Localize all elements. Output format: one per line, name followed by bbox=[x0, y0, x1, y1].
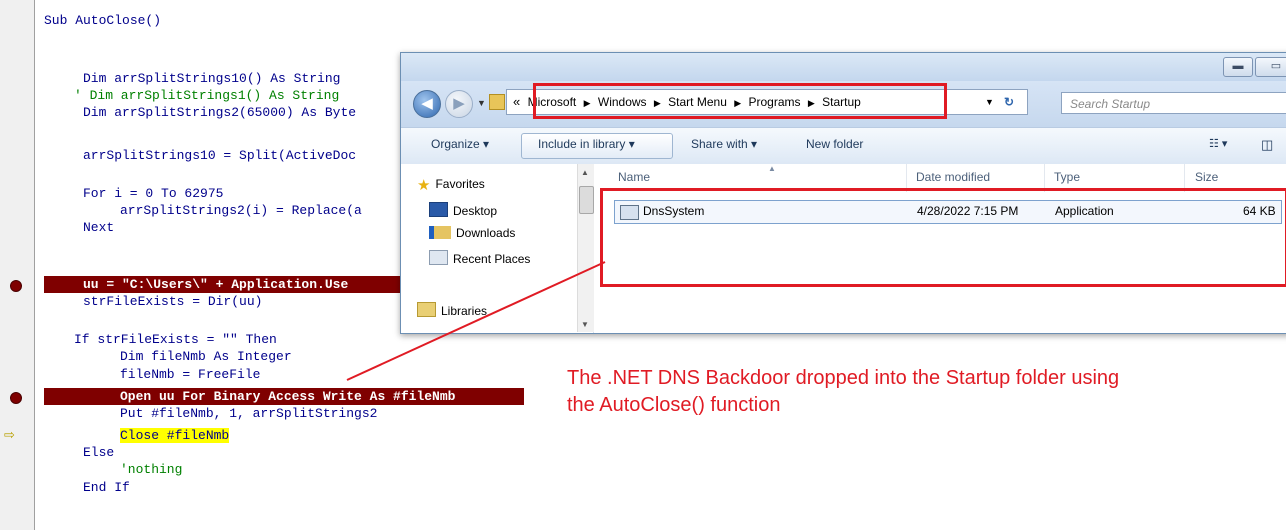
annotation-text: The .NET DNS Backdoor dropped into the S… bbox=[567, 365, 1227, 419]
annotation-line-2: the AutoClose() function bbox=[567, 394, 781, 416]
annotation-line-1: The .NET DNS Backdoor dropped into the S… bbox=[567, 367, 1120, 389]
connector-line bbox=[346, 261, 606, 381]
annotation-connector bbox=[346, 261, 606, 381]
